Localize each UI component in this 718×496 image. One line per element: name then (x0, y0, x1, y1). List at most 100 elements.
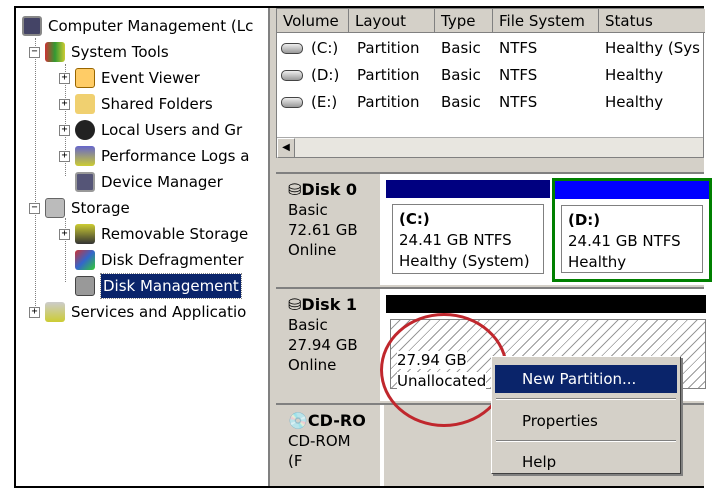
tree-label: Local Users and Gr (101, 121, 243, 139)
type-cell: Basic (441, 39, 481, 57)
volume-row[interactable]: (E:) Partition Basic NTFS Healthy (277, 89, 705, 116)
tree-item-disk-management[interactable]: Disk Management (75, 273, 242, 299)
expand-icon[interactable]: + (59, 228, 70, 240)
tree-label: Services and Applicatio (71, 303, 247, 321)
tree-label: Performance Logs a (101, 147, 250, 165)
column-header-volume[interactable]: Volume (277, 9, 349, 33)
users-icon (75, 120, 95, 140)
disk-icon: ⛁ (288, 295, 302, 314)
expand-icon[interactable]: + (59, 72, 70, 84)
menu-item-help[interactable]: Help (495, 448, 677, 476)
menu-separator (496, 398, 676, 400)
partition-c[interactable]: (C:) 24.41 GB NTFS Healthy (System) (386, 180, 550, 280)
tree-item-local-users[interactable]: + Local Users and Gr (59, 118, 242, 142)
disk-size: 72.61 GB (288, 221, 358, 239)
expand-icon[interactable]: + (59, 150, 70, 162)
expand-icon[interactable]: + (59, 98, 70, 110)
disk-type: CD-ROM (F (288, 432, 351, 470)
tree-item-computer-management[interactable]: Computer Management (Lc (22, 14, 253, 38)
cdrom-icon: 💿 (288, 411, 308, 430)
disk-state: Online (288, 241, 337, 259)
console-tree: Computer Management (Lc − System Tools + E… (16, 8, 270, 486)
volume-cell: (E:) (311, 93, 338, 111)
column-header-status[interactable]: Status (599, 9, 705, 33)
tree-line (35, 38, 36, 308)
layout-cell: Partition (357, 66, 420, 84)
volume-cell: (C:) (311, 39, 339, 57)
tree-item-device-manager[interactable]: Device Manager (75, 170, 223, 194)
scroll-left-icon[interactable]: ◀ (277, 138, 295, 158)
disk-type: Basic (288, 316, 328, 334)
volume-cell: (D:) (311, 66, 340, 84)
tree-label: Event Viewer (101, 69, 200, 87)
disk-0-label[interactable]: ⛁Disk 0 Basic 72.61 GB Online (276, 174, 382, 285)
type-cell: Basic (441, 93, 481, 111)
status-cell: Healthy (605, 93, 664, 111)
column-header-file-system[interactable]: File System (493, 9, 599, 33)
disk-type: Basic (288, 201, 328, 219)
collapse-icon[interactable]: − (29, 46, 40, 58)
performance-icon (75, 146, 95, 166)
disk-name: CD-RO (307, 411, 366, 430)
tree-label: Shared Folders (101, 95, 213, 113)
tree-item-storage[interactable]: − Storage (29, 196, 130, 220)
partition-letter: (C:) (399, 210, 430, 228)
disk-0-row[interactable]: ⛁Disk 0 Basic 72.61 GB Online (C:) 24.41 GB … (276, 172, 712, 285)
tree-item-shared-folders[interactable]: + Shared Folders (59, 92, 213, 116)
cdrom-label[interactable]: 💿CD-RO CD-ROM (F (276, 405, 382, 486)
collapse-icon[interactable]: − (29, 202, 40, 214)
menu-item-new-partition[interactable]: New Partition... (495, 365, 677, 393)
tree-item-disk-defragmenter[interactable]: Disk Defragmenter (75, 248, 244, 272)
column-header-type[interactable]: Type (435, 9, 493, 33)
storage-icon (45, 198, 65, 218)
removable-storage-icon (75, 224, 95, 244)
horizontal-scrollbar[interactable]: ◀ (277, 137, 703, 158)
tree-item-removable-storage[interactable]: + Removable Storage (59, 222, 248, 246)
tree-label: Storage (71, 199, 130, 217)
defragmenter-icon (75, 250, 95, 270)
disk-management-icon (75, 276, 95, 296)
fs-cell: NTFS (499, 39, 538, 57)
drive-icon (281, 35, 303, 62)
tree-label: Removable Storage (101, 225, 249, 243)
disk-1-label[interactable]: ⛁Disk 1 Basic 27.94 GB Online (276, 289, 382, 401)
tree-item-performance-logs[interactable]: + Performance Logs a (59, 144, 249, 168)
disk-size: 27.94 GB (288, 336, 358, 354)
expand-icon[interactable]: + (59, 124, 70, 136)
tree-item-services[interactable]: + Services and Applicatio (29, 300, 246, 324)
menu-item-properties[interactable]: Properties (495, 407, 677, 435)
type-cell: Basic (441, 66, 481, 84)
volume-row[interactable]: (D:) Partition Basic NTFS Healthy (277, 62, 705, 89)
tree-label: System Tools (71, 43, 169, 61)
status-cell: Healthy (Sys (605, 39, 700, 57)
menu-separator (496, 440, 676, 442)
services-icon (45, 302, 65, 322)
status-cell: Healthy (605, 66, 664, 84)
drive-icon (281, 89, 303, 116)
volume-row[interactable]: (C:) Partition Basic NTFS Healthy (Sys (277, 35, 705, 62)
tree-item-system-tools[interactable]: − System Tools (29, 40, 169, 64)
partition-status: Healthy (568, 253, 627, 271)
tree-label: Computer Management (Lc (48, 17, 254, 35)
computer-icon (22, 16, 42, 36)
fs-cell: NTFS (499, 66, 538, 84)
system-tools-icon (45, 42, 65, 62)
layout-cell: Partition (357, 93, 420, 111)
drive-icon (281, 62, 303, 89)
tree-item-event-viewer[interactable]: + Event Viewer (59, 66, 200, 90)
disk-icon: ⛁ (288, 180, 302, 199)
tree-label: Device Manager (101, 173, 223, 191)
expand-icon[interactable]: + (29, 306, 40, 318)
column-header-layout[interactable]: Layout (349, 9, 435, 33)
folder-icon (75, 94, 95, 114)
disk-state: Online (288, 356, 337, 374)
partition-size: 24.41 GB NTFS (568, 232, 681, 250)
fs-cell: NTFS (499, 93, 538, 111)
volume-list: Volume Layout Type File System Status (C… (276, 8, 705, 158)
disk-name: Disk 1 (301, 295, 358, 314)
partition-letter: (D:) (568, 211, 601, 229)
context-menu: New Partition... Properties Help (491, 356, 681, 474)
partition-d[interactable]: (D:) 24.41 GB NTFS Healthy (552, 178, 712, 282)
layout-cell: Partition (357, 39, 420, 57)
partition-status: Healthy (System) (399, 252, 530, 270)
